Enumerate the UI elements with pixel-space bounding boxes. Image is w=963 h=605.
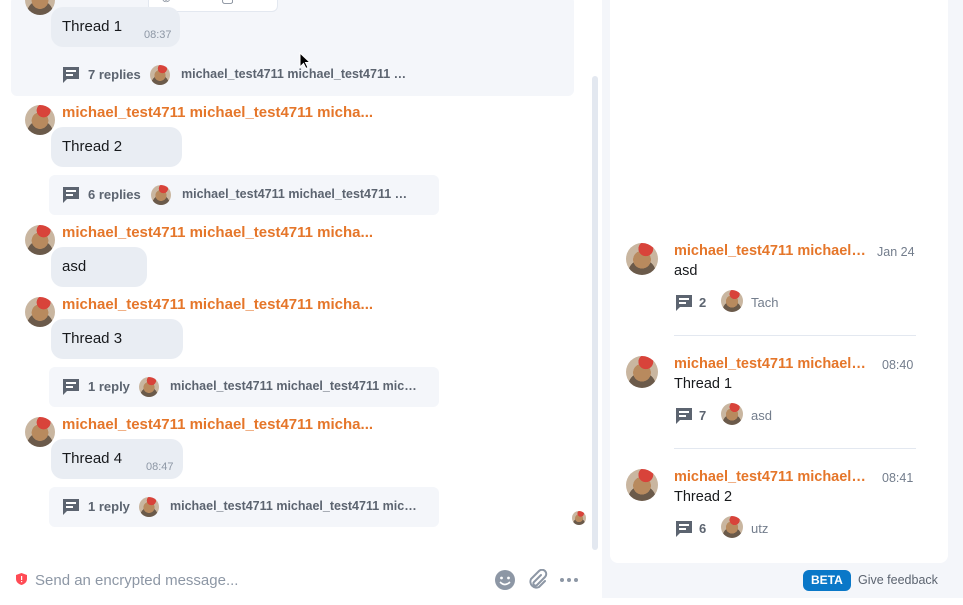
thread-summary[interactable]: 7 replies michael_test4711 michael_test4… [49, 55, 439, 95]
more-options-icon[interactable] [558, 569, 580, 591]
thread-summary[interactable]: 1 reply michael_test4711 michael_test471… [49, 367, 439, 407]
thread-last-reply: asd [751, 408, 772, 423]
reply-in-thread-icon[interactable]: ▢ [221, 0, 234, 6]
divider [674, 335, 916, 336]
thread-timestamp: 08:40 [882, 358, 914, 372]
thread-list-item[interactable]: michael_test4711 michael_t... 08:41 Thre… [610, 469, 948, 569]
timeline-scrollbar[interactable] [592, 76, 598, 550]
thread-timestamp: 08:41 [882, 471, 914, 485]
thread-reply-count: 2 [699, 295, 707, 310]
message-bubble: Thread 2 [51, 127, 182, 167]
message-body: Thread 2 [62, 138, 123, 155]
message-input[interactable] [35, 570, 475, 590]
message-timeline: ☺ ▢ Thread 1 08:37 7 replies michael_tes… [0, 0, 600, 555]
thread-root-body: Thread 1 [674, 376, 733, 392]
thread-icon [676, 295, 692, 311]
thread-icon [63, 67, 79, 83]
thread-last-reply: utz [751, 521, 769, 536]
avatar[interactable] [25, 297, 55, 327]
avatar [626, 469, 658, 501]
sender-name[interactable]: michael_test4711 michael_test4711 micha.… [62, 224, 380, 241]
thread-reply-count: 1 reply [88, 379, 130, 394]
sender-name[interactable]: michael_test4711 michael_test4711 micha.… [62, 296, 380, 313]
room-view: ☺ ▢ Thread 1 08:37 7 replies michael_tes… [0, 0, 963, 605]
thread-sender-name: michael_test4711 michael_t... [674, 469, 872, 485]
message-timestamp: 08:47 [146, 461, 174, 473]
mouse-cursor-icon [299, 52, 311, 70]
thread-sender-name: michael_test4711 michael_t... [674, 356, 872, 372]
message-body: Thread 1 [62, 18, 123, 35]
thread-list-item[interactable]: michael_test4711 michael_t... 08:40 Thre… [610, 356, 948, 456]
thread-reply-count: 7 [699, 408, 707, 423]
message-bubble: Thread 4 [51, 439, 183, 479]
message-body: asd [62, 258, 87, 275]
sender-name[interactable]: michael_test4711 michael_test4711 micha.… [62, 416, 380, 433]
message-body: Thread 4 [62, 450, 123, 467]
avatar[interactable] [25, 417, 55, 447]
thread-icon [63, 187, 79, 203]
thread-last-reply: Tach [751, 295, 779, 310]
thread-icon [63, 379, 79, 395]
avatar [721, 403, 743, 425]
avatar [139, 497, 159, 517]
avatar[interactable] [25, 105, 55, 135]
thread-icon [63, 499, 79, 515]
avatar [626, 243, 658, 275]
thread-root-body: Thread 2 [674, 489, 733, 505]
react-icon[interactable]: ☺ [159, 0, 173, 5]
thread-sender-name: michael_test4711 michael_... [674, 243, 867, 259]
beta-badge: BETA [803, 570, 851, 591]
message-body: Thread 3 [62, 330, 123, 347]
thread-participants: michael_test4711 michael_test4711 mich..… [170, 499, 418, 513]
emoji-icon[interactable] [494, 569, 516, 591]
thread-reply-count: 6 replies [88, 187, 141, 202]
message-timestamp: 08:37 [144, 29, 172, 41]
message-bubble: Thread 1 [51, 7, 180, 47]
sender-name[interactable]: michael_test4711 michael_test4711 micha.… [62, 104, 380, 121]
avatar [150, 65, 170, 85]
encryption-shield-icon [16, 573, 27, 585]
thread-participants: michael_test4711 michael_test4711 mich..… [170, 379, 418, 393]
thread-list-item[interactable]: michael_test4711 michael_... Jan 24 asd … [610, 243, 948, 343]
message-bubble: Thread 3 [51, 319, 183, 359]
read-receipt-avatar[interactable] [572, 511, 586, 525]
avatar[interactable] [25, 225, 55, 255]
thread-icon [676, 408, 692, 424]
message-bubble: asd [51, 247, 147, 287]
avatar [721, 290, 743, 312]
thread-reply-count: 1 reply [88, 499, 130, 514]
thread-root-body: asd [674, 263, 698, 279]
avatar [151, 185, 171, 205]
thread-summary[interactable]: 6 replies michael_test4711 michael_test4… [49, 175, 439, 215]
threads-panel: michael_test4711 michael_... Jan 24 asd … [610, 0, 948, 563]
avatar [626, 356, 658, 388]
attachment-icon[interactable] [526, 569, 548, 591]
thread-reply-count: 7 replies [88, 67, 141, 82]
thread-participants: michael_test4711 michael_test4711 mi... [182, 187, 418, 201]
avatar [139, 377, 159, 397]
thread-timestamp: Jan 24 [877, 245, 915, 259]
divider [674, 448, 916, 449]
avatar [721, 516, 743, 538]
message-composer [0, 560, 600, 600]
give-feedback-link[interactable]: Give feedback [858, 573, 938, 587]
thread-reply-count: 6 [699, 521, 707, 536]
thread-icon [676, 521, 692, 537]
thread-summary[interactable]: 1 reply michael_test4711 michael_test471… [49, 487, 439, 527]
